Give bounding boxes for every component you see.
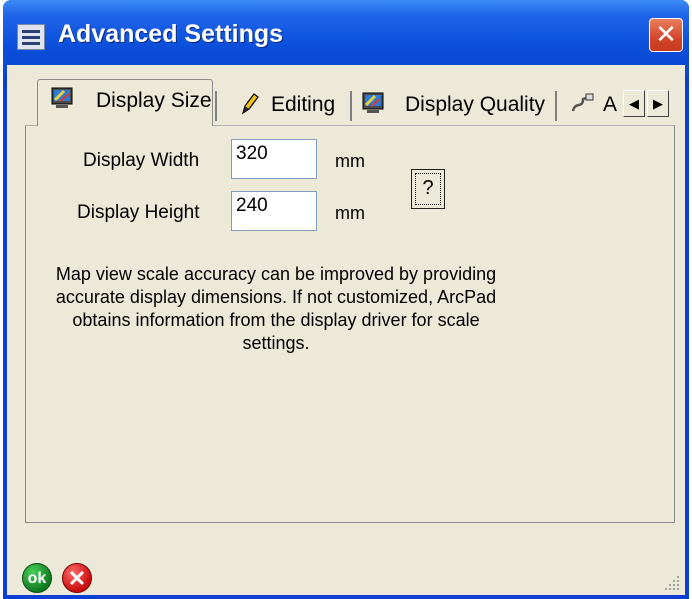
focus-rectangle [415,173,441,205]
tab-separator [215,91,217,121]
window-title: Advanced Settings [58,20,284,48]
display-width-input[interactable]: 320 [231,139,317,179]
monitor-icon [362,92,384,113]
pencil-icon [241,93,259,115]
dialog-window: Advanced Settings ✕ Display Size Editing… [3,0,689,599]
cancel-icon: ✕ [67,566,87,591]
tab-display-size-label: Display Size [96,89,212,112]
help-button[interactable]: ? [411,169,445,209]
tab-display-size[interactable]: Display Size [37,79,213,126]
tab-partial-label: A [603,93,618,116]
display-height-input[interactable]: 240 [231,191,317,231]
ok-button[interactable]: ok [22,563,52,593]
cable-icon [571,93,594,112]
tab-display-quality-label: Display Quality [405,93,546,116]
display-height-label: Display Height [77,202,200,223]
monitor-icon [51,87,73,108]
tab-editing-label: Editing [271,93,336,116]
dialog-client-area: Display Size Editing Display Quality A ◀… [7,65,685,595]
display-width-label: Display Width [83,150,200,171]
tab-scroll-right-button[interactable]: ▶ [647,90,669,117]
tab-display-quality[interactable]: Display Quality [357,84,552,124]
tab-partial[interactable]: A [563,84,625,124]
arrow-left-icon: ◀ [629,96,639,111]
description-text: Map view scale accuracy can be improved … [55,264,497,353]
tab-strip: Display Size Editing Display Quality A ◀… [7,65,685,126]
tab-separator [350,91,352,121]
close-button[interactable]: ✕ [649,18,683,52]
cancel-button[interactable]: ✕ [62,563,92,593]
resize-grip-icon[interactable] [663,574,681,592]
settings-icon [17,24,45,50]
display-height-unit: mm [335,203,365,223]
tab-separator [555,91,557,121]
tab-editing[interactable]: Editing [221,84,351,124]
arrow-right-icon: ▶ [653,96,663,111]
close-icon: ✕ [655,19,677,49]
tab-scroll-left-button[interactable]: ◀ [623,90,645,117]
display-width-unit: mm [335,151,365,171]
ok-icon: ok [27,570,47,587]
